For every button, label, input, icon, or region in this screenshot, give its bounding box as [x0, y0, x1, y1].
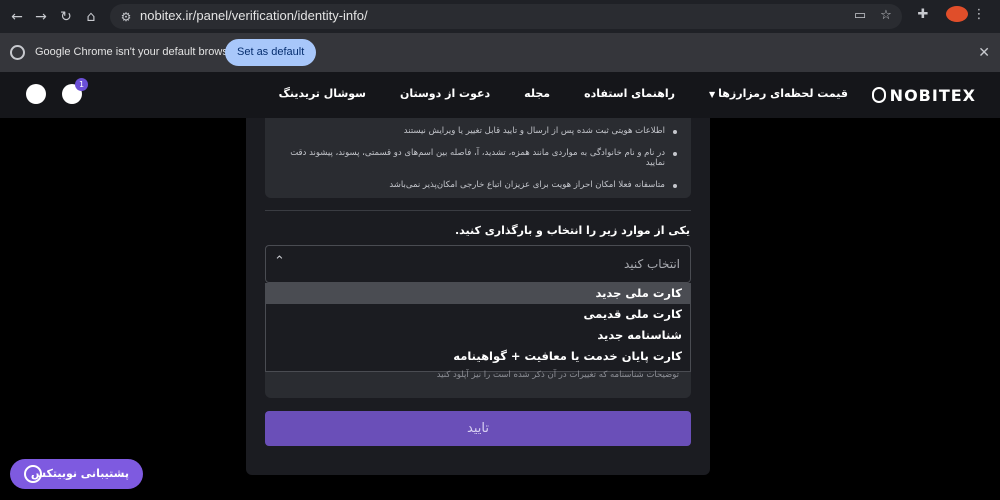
- browser-toolbar: ← → ↻ ⌂ ⚙ nobitex.ir/panel/verification/…: [0, 0, 1000, 33]
- cast-icon[interactable]: ▭: [850, 8, 870, 23]
- document-type-dropdown: کارت ملی جدید کارت ملی قدیمی شناسنامه جد…: [265, 283, 691, 372]
- site-logo[interactable]: NOBITEX: [871, 86, 976, 105]
- headset-icon: [24, 465, 42, 483]
- menu-item-prices[interactable]: قیمت لحظه‌ای رمزارزها▼: [709, 87, 848, 100]
- back-icon[interactable]: ←: [6, 6, 28, 28]
- main-menu: قیمت لحظه‌ای رمزارزها▼ راهنمای استفاده م…: [279, 87, 848, 100]
- extensions-icon[interactable]: ✚: [912, 7, 934, 22]
- document-type-select[interactable]: انتخاب کنید ⌃: [265, 245, 691, 283]
- default-browser-infobar: Google Chrome isn't your default browser…: [0, 33, 1000, 72]
- select-label: یکی از موارد زیر را انتخاب و بارگذاری کن…: [454, 224, 690, 237]
- menu-item-magazine[interactable]: مجله: [524, 87, 550, 100]
- notice-item: متاسفانه فعلا امکان احراز هویت برای عزیز…: [277, 180, 679, 190]
- site-header: NOBITEX قیمت لحظه‌ای رمزارزها▼ راهنمای ا…: [0, 72, 1000, 118]
- option-military-card-license[interactable]: کارت پایان خدمت یا معافیت + گواهینامه: [266, 346, 690, 367]
- menu-item-guide[interactable]: راهنمای استفاده: [584, 87, 675, 100]
- notification-badge: 1: [75, 78, 88, 91]
- option-new-national-card[interactable]: کارت ملی جدید: [266, 283, 690, 304]
- select-placeholder: انتخاب کنید: [623, 257, 680, 271]
- support-button[interactable]: پشتیبانی نوبیتکس: [10, 459, 143, 489]
- logo-icon: [871, 87, 886, 103]
- forward-icon[interactable]: →: [30, 6, 52, 28]
- star-icon[interactable]: ☆: [876, 8, 896, 23]
- notice-item: اطلاعات هویتی ثبت شده پس از ارسال و تایی…: [277, 126, 679, 136]
- menu-item-social-trading[interactable]: سوشال تریدینگ: [279, 87, 366, 100]
- upload-hint: توضیحات شناسنامه که تغییرات در آن ذکر شد…: [436, 370, 679, 380]
- menu-item-invite[interactable]: دعوت از دوستان: [400, 87, 490, 100]
- menu-dots-icon[interactable]: ⋮: [968, 7, 990, 22]
- infobar-text: Google Chrome isn't your default browser: [35, 46, 238, 58]
- user-icon[interactable]: [26, 84, 46, 104]
- option-new-birth-certificate[interactable]: شناسنامه جدید: [266, 325, 690, 346]
- option-old-national-card[interactable]: کارت ملی قدیمی: [266, 304, 690, 325]
- chrome-icon: [10, 45, 25, 60]
- confirm-button[interactable]: تایید: [265, 411, 691, 446]
- support-label: پشتیبانی نوبیتکس: [30, 467, 129, 480]
- divider: [265, 210, 691, 211]
- profile-icon[interactable]: [940, 6, 968, 22]
- set-default-button[interactable]: Set as default: [225, 39, 317, 66]
- upload-hint-box: توضیحات شناسنامه که تغییرات در آن ذکر شد…: [265, 370, 691, 398]
- url-text[interactable]: nobitex.ir/panel/verification/identity-i…: [140, 8, 368, 23]
- caret-down-icon: ▼: [708, 90, 716, 99]
- site-settings-icon[interactable]: ⚙: [118, 9, 134, 25]
- notice-item: در نام و نام خانوادگی به مواردی مانند هم…: [277, 148, 679, 168]
- home-icon[interactable]: ⌂: [80, 6, 102, 28]
- close-icon[interactable]: ✕: [978, 45, 990, 61]
- chevron-up-icon[interactable]: ⌃: [274, 254, 285, 269]
- address-bar[interactable]: ⚙ nobitex.ir/panel/verification/identity…: [110, 4, 902, 29]
- notice-box: اطلاعات هویتی ثبت شده پس از ارسال و تایی…: [265, 118, 691, 198]
- reload-icon[interactable]: ↻: [55, 6, 77, 28]
